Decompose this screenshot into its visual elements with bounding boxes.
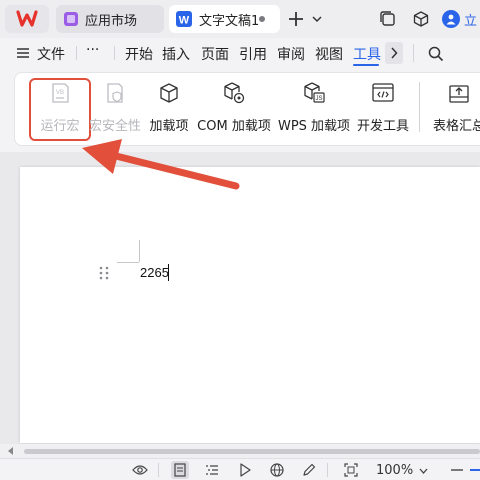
status-separator xyxy=(327,463,328,477)
status-separator xyxy=(158,463,159,477)
outline-view-icon[interactable] xyxy=(203,461,221,479)
eye-icon[interactable] xyxy=(131,461,149,479)
annotation-arrow xyxy=(82,139,240,190)
zoom-out-icon[interactable] xyxy=(448,462,466,478)
globe-icon[interactable] xyxy=(268,461,286,479)
play-icon[interactable] xyxy=(236,461,254,479)
horizontal-scroll-thumb[interactable] xyxy=(24,449,480,454)
zoom-level[interactable]: 100% xyxy=(376,463,413,478)
page-view-icon[interactable] xyxy=(171,461,189,479)
fit-page-icon[interactable] xyxy=(342,461,360,479)
scroll-left-icon[interactable] xyxy=(6,446,16,456)
zoom-chevron-down-icon[interactable] xyxy=(417,465,429,477)
zoom-slider-track[interactable] xyxy=(470,469,480,471)
pen-icon[interactable] xyxy=(300,461,318,479)
